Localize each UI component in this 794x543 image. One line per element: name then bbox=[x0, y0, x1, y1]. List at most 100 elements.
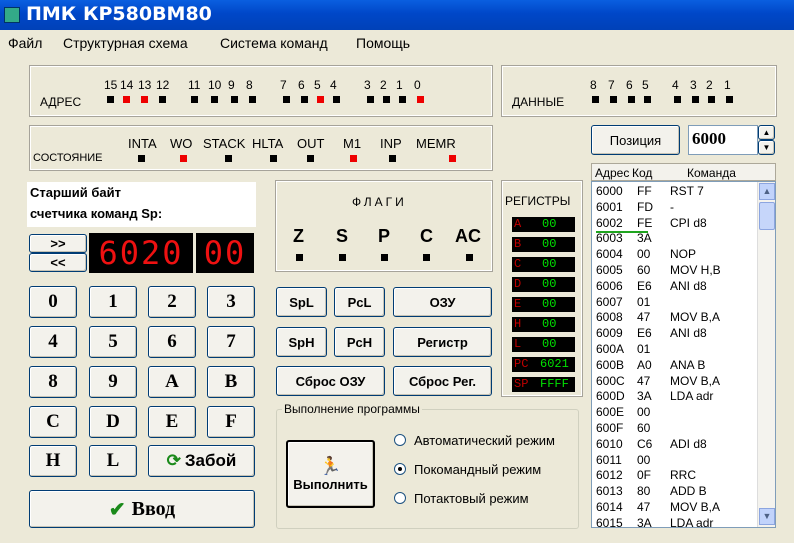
row-code: 47 bbox=[637, 373, 651, 388]
reset-reg-button[interactable]: Сброс Рег. bbox=[393, 366, 492, 396]
state-signal-label: OUT bbox=[297, 136, 325, 151]
row-code: FD bbox=[637, 199, 653, 214]
row-code: 3A bbox=[637, 515, 652, 528]
pc-caption-box: Старший байт счетчика команд Sp: bbox=[27, 182, 256, 227]
header-command: Команда bbox=[687, 166, 736, 180]
reset-ozu-button[interactable]: Сброс ОЗУ bbox=[276, 366, 385, 396]
row-code: 60 bbox=[637, 421, 651, 435]
row-address: 6012 bbox=[596, 468, 623, 483]
key-l[interactable]: L bbox=[89, 445, 137, 477]
row-code: 00 bbox=[637, 405, 651, 420]
flag-label: S bbox=[336, 226, 349, 246]
listing-header: Адрес Код Команда bbox=[591, 163, 776, 181]
data-bit-led bbox=[708, 96, 715, 103]
scroll-thumb[interactable] bbox=[759, 202, 775, 230]
menu-help[interactable]: Помощь bbox=[356, 35, 410, 51]
register-value: 00 bbox=[542, 217, 557, 231]
pcl-button[interactable]: PcL bbox=[334, 287, 385, 317]
run-button[interactable]: 🏃 Выполнить bbox=[286, 440, 375, 508]
row-code: 47 bbox=[637, 310, 651, 325]
mode-radio[interactable] bbox=[394, 434, 406, 446]
address-bit-label: 9 bbox=[228, 78, 235, 92]
spin-up-button[interactable]: ▲ bbox=[758, 125, 775, 140]
key-a[interactable]: A bbox=[148, 366, 196, 398]
row-address: 6011 bbox=[596, 452, 622, 467]
position-input[interactable]: 6000 bbox=[688, 125, 758, 155]
enter-button[interactable]: ✔ Ввод bbox=[29, 490, 255, 528]
row-address: 6007 bbox=[596, 294, 623, 309]
key-0[interactable]: 0 bbox=[29, 286, 77, 318]
backspace-button[interactable]: ⟳ Забой bbox=[148, 445, 255, 477]
ozu-button[interactable]: ОЗУ bbox=[393, 287, 492, 317]
row-code: 80 bbox=[637, 484, 651, 499]
mode-label[interactable]: Автоматический режим bbox=[414, 433, 555, 448]
listing-scrollbar[interactable]: ▲ ▼ bbox=[757, 182, 775, 527]
row-address: 600F bbox=[596, 421, 624, 435]
row-code: 00 bbox=[637, 452, 651, 467]
key-4[interactable]: 4 bbox=[29, 326, 77, 358]
key-1[interactable]: 1 bbox=[89, 286, 137, 318]
register-name: A bbox=[514, 217, 522, 231]
key-3[interactable]: 3 bbox=[207, 286, 255, 318]
mode-label[interactable]: Покомандный режим bbox=[414, 462, 541, 477]
register-row: PC 6021 bbox=[512, 357, 575, 372]
address-bit-label: 12 bbox=[156, 78, 170, 92]
state-signal-label: WO bbox=[170, 136, 193, 151]
row-address: 600A bbox=[596, 342, 625, 356]
key-f[interactable]: F bbox=[207, 406, 255, 438]
flag-led bbox=[423, 254, 430, 261]
address-bit-label: 11 bbox=[188, 78, 201, 92]
mode-label[interactable]: Потактовый режим bbox=[414, 491, 529, 506]
key-8[interactable]: 8 bbox=[29, 366, 77, 398]
scroll-up-icon[interactable]: ▲ bbox=[759, 183, 775, 200]
key-6[interactable]: 6 bbox=[148, 326, 196, 358]
row-code: 01 bbox=[637, 294, 651, 309]
address-bit-label: 15 bbox=[104, 78, 118, 92]
mode-radio[interactable] bbox=[394, 492, 406, 504]
key-h[interactable]: H bbox=[29, 445, 77, 477]
listing-box[interactable]: 6000 FF RST 7 6001 FD -6002 FE CPI d8 6003 3A 6004… bbox=[591, 181, 776, 528]
scroll-down-icon[interactable]: ▼ bbox=[759, 508, 775, 525]
next-button[interactable]: >> bbox=[29, 234, 87, 253]
row-address: 6006 bbox=[596, 278, 623, 293]
spl-button[interactable]: SpL bbox=[276, 287, 327, 317]
pch-button[interactable]: PcH bbox=[334, 327, 385, 357]
row-address: 6008 bbox=[596, 310, 623, 325]
flag-label: Z bbox=[293, 226, 304, 246]
menu-structure[interactable]: Структурная схема bbox=[63, 35, 188, 51]
prev-button[interactable]: << bbox=[29, 253, 87, 272]
key-e[interactable]: E bbox=[148, 406, 196, 438]
address-bit-label: 4 bbox=[330, 78, 337, 92]
mode-radio[interactable] bbox=[394, 463, 406, 475]
state-signal-label: HLTA bbox=[252, 136, 284, 151]
key-5[interactable]: 5 bbox=[89, 326, 137, 358]
sph-button[interactable]: SpH bbox=[276, 327, 327, 357]
key-2[interactable]: 2 bbox=[148, 286, 196, 318]
key-9[interactable]: 9 bbox=[89, 366, 137, 398]
address-bit-led bbox=[107, 96, 114, 103]
register-value: 00 bbox=[542, 277, 557, 291]
register-button[interactable]: Регистр bbox=[393, 327, 492, 357]
key-7[interactable]: 7 bbox=[207, 326, 255, 358]
key-d[interactable]: D bbox=[89, 406, 137, 438]
register-name: D bbox=[514, 277, 522, 291]
data-bit-led bbox=[674, 96, 681, 103]
menu-commands[interactable]: Система команд bbox=[220, 35, 328, 51]
data-bit-led bbox=[692, 96, 699, 103]
key-b[interactable]: B bbox=[207, 366, 255, 398]
position-button[interactable]: Позиция bbox=[591, 125, 680, 155]
address-bit-led bbox=[231, 96, 238, 103]
flag-label: P bbox=[378, 226, 391, 246]
menu-file[interactable]: Файл bbox=[8, 35, 42, 51]
state-label: СОСТОЯНИЕ bbox=[33, 152, 103, 164]
spin-down-button[interactable]: ▼ bbox=[758, 140, 775, 155]
register-value: 00 bbox=[542, 257, 557, 271]
address-bit-label: 2 bbox=[380, 78, 387, 92]
address-bit-led bbox=[301, 96, 308, 103]
data-bit-label: 3 bbox=[690, 78, 697, 92]
app-icon bbox=[4, 7, 20, 23]
flag-label: AC bbox=[455, 226, 481, 246]
register-value: 00 bbox=[542, 317, 557, 331]
register-value: 00 bbox=[542, 237, 557, 251]
key-c[interactable]: C bbox=[29, 406, 77, 438]
